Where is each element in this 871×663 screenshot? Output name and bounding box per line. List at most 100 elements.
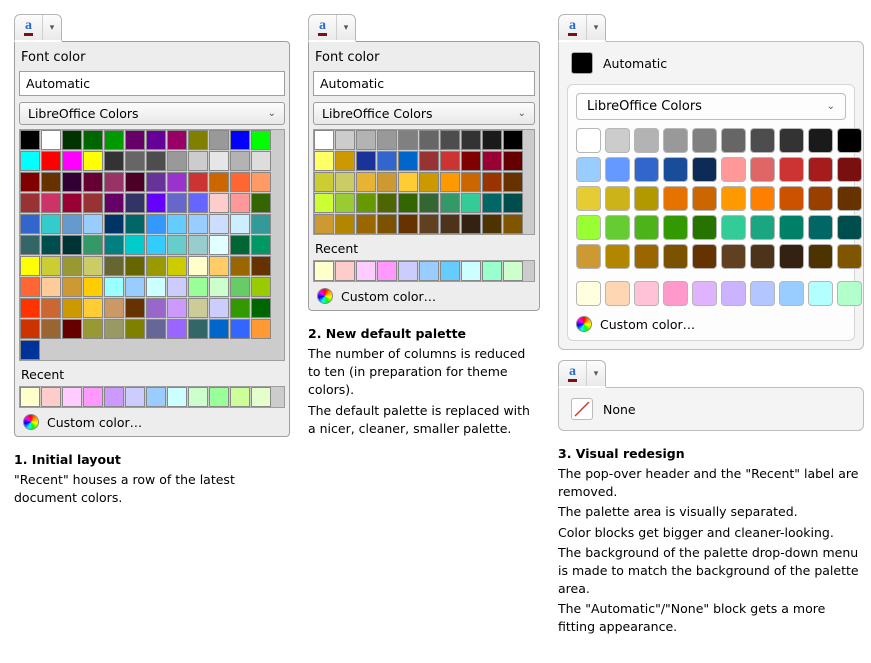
color-swatch[interactable] [83,193,103,213]
font-color-icon[interactable]: a [559,15,587,40]
color-swatch[interactable] [167,298,187,318]
color-swatch[interactable] [721,281,746,306]
color-swatch[interactable] [398,261,418,281]
color-swatch[interactable] [692,215,717,240]
color-swatch[interactable] [750,244,775,269]
color-swatch[interactable] [62,172,82,192]
color-swatch[interactable] [188,298,208,318]
color-swatch[interactable] [692,244,717,269]
color-swatch[interactable] [398,193,418,213]
color-swatch[interactable] [209,193,229,213]
color-swatch[interactable] [41,319,61,339]
color-swatch[interactable] [146,277,166,297]
color-swatch[interactable] [482,172,502,192]
color-swatch[interactable] [440,193,460,213]
none-button[interactable]: None [567,396,855,422]
color-swatch[interactable] [41,214,61,234]
color-swatch[interactable] [41,172,61,192]
color-swatch[interactable] [837,128,862,153]
color-swatch[interactable] [503,130,523,150]
color-swatch[interactable] [440,214,460,234]
color-swatch[interactable] [146,130,166,150]
color-swatch[interactable] [419,214,439,234]
color-swatch[interactable] [482,214,502,234]
color-swatch[interactable] [83,130,103,150]
color-swatch[interactable] [62,319,82,339]
color-swatch[interactable] [251,151,271,171]
color-swatch[interactable] [251,130,271,150]
color-swatch[interactable] [721,128,746,153]
color-swatch[interactable] [188,277,208,297]
dropdown-arrow-icon[interactable]: ▾ [337,15,355,40]
color-swatch[interactable] [104,214,124,234]
color-swatch[interactable] [335,193,355,213]
color-swatch[interactable] [230,193,250,213]
color-swatch[interactable] [125,387,145,407]
color-swatch[interactable] [721,215,746,240]
color-swatch[interactable] [779,157,804,182]
color-swatch[interactable] [419,151,439,171]
color-swatch[interactable] [314,261,334,281]
color-swatch[interactable] [83,172,103,192]
color-swatch[interactable] [209,319,229,339]
color-swatch[interactable] [125,277,145,297]
font-color-split-button[interactable]: a ▾ [14,14,62,42]
color-swatch[interactable] [230,214,250,234]
color-swatch[interactable] [230,256,250,276]
font-color-icon[interactable]: a [559,361,587,386]
color-swatch[interactable] [104,319,124,339]
color-swatch[interactable] [440,151,460,171]
color-swatch[interactable] [146,298,166,318]
color-swatch[interactable] [83,298,103,318]
color-swatch[interactable] [83,151,103,171]
color-swatch[interactable] [692,128,717,153]
color-swatch[interactable] [314,130,334,150]
color-swatch[interactable] [663,186,688,211]
color-swatch[interactable] [837,215,862,240]
color-swatch[interactable] [808,157,833,182]
color-swatch[interactable] [41,193,61,213]
color-swatch[interactable] [377,193,397,213]
color-swatch[interactable] [125,319,145,339]
color-swatch[interactable] [721,157,746,182]
color-swatch[interactable] [146,235,166,255]
color-swatch[interactable] [125,235,145,255]
color-swatch[interactable] [576,128,601,153]
color-swatch[interactable] [146,387,166,407]
palette-select[interactable]: LibreOffice Colors ⌄ [313,102,535,125]
color-swatch[interactable] [750,128,775,153]
color-swatch[interactable] [230,151,250,171]
color-swatch[interactable] [721,244,746,269]
color-swatch[interactable] [167,277,187,297]
color-swatch[interactable] [605,215,630,240]
color-swatch[interactable] [83,235,103,255]
color-swatch[interactable] [209,235,229,255]
color-swatch[interactable] [20,256,40,276]
color-swatch[interactable] [125,172,145,192]
color-swatch[interactable] [314,151,334,171]
color-swatch[interactable] [634,157,659,182]
color-swatch[interactable] [808,244,833,269]
color-swatch[interactable] [576,157,601,182]
color-swatch[interactable] [482,193,502,213]
color-swatch[interactable] [167,214,187,234]
color-swatch[interactable] [146,193,166,213]
color-swatch[interactable] [377,214,397,234]
color-swatch[interactable] [461,151,481,171]
color-swatch[interactable] [356,172,376,192]
color-swatch[interactable] [146,319,166,339]
color-swatch[interactable] [605,128,630,153]
color-swatch[interactable] [230,235,250,255]
color-swatch[interactable] [62,256,82,276]
color-swatch[interactable] [605,186,630,211]
color-swatch[interactable] [837,281,862,306]
color-swatch[interactable] [125,130,145,150]
font-color-split-button-none[interactable]: a ▾ [558,360,606,388]
color-swatch[interactable] [125,193,145,213]
color-swatch[interactable] [356,151,376,171]
color-swatch[interactable] [663,281,688,306]
color-swatch[interactable] [576,281,601,306]
color-swatch[interactable] [750,186,775,211]
color-swatch[interactable] [167,193,187,213]
color-swatch[interactable] [20,387,40,407]
